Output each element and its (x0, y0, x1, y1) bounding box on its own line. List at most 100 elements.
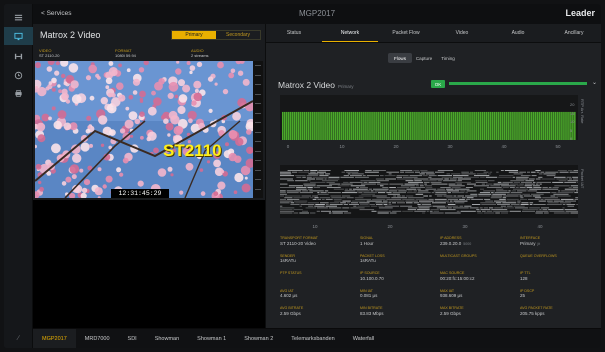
blossom (196, 61, 203, 68)
secondary-button[interactable]: Secondary (216, 31, 260, 39)
back-link[interactable]: < Services (41, 10, 72, 17)
heat-cell (538, 173, 543, 175)
network-icon[interactable] (4, 47, 33, 65)
heat-cell (423, 175, 428, 177)
heat-cell (389, 183, 404, 185)
tab-ancillary[interactable]: Ancillary (546, 24, 601, 42)
main-tabs: Status Network Packet Flow Video Audio A… (266, 24, 601, 43)
heat-cell (491, 192, 494, 194)
bottom-tab[interactable]: Showman 1 (188, 329, 235, 349)
heat-cell (436, 207, 447, 209)
heat-cell (447, 192, 451, 194)
heat-cell (414, 210, 426, 212)
heat-cell (490, 185, 501, 187)
bar (380, 111, 382, 140)
blossom (105, 77, 113, 85)
blossom (178, 79, 185, 87)
heat-cell (510, 204, 520, 205)
ruler-icon[interactable]: ∕ (4, 328, 33, 348)
subtab-capture[interactable]: Capture (412, 53, 436, 63)
heat-cell (522, 210, 535, 212)
blossom (189, 70, 193, 75)
blossom (126, 68, 131, 73)
heat-cell (317, 192, 320, 194)
bottom-tab[interactable]: Telemarksbanden (282, 329, 343, 349)
primary-button[interactable]: Primary (172, 31, 216, 39)
bottom-tab[interactable]: Showman 2 (235, 329, 282, 349)
heat-cell (552, 181, 564, 183)
heat-cell (504, 207, 514, 209)
stat-unit: 5000 (463, 241, 472, 246)
bottom-tab[interactable]: MGP2017 (33, 328, 76, 348)
heat-cell (360, 180, 376, 182)
tab-video[interactable]: Video (434, 24, 490, 42)
heat-cell (403, 176, 418, 178)
bar (564, 111, 566, 140)
heat-cell (558, 180, 567, 182)
heat-cell (374, 190, 388, 192)
blossom (35, 62, 41, 69)
heat-cell (322, 180, 338, 182)
x-tick-label: 40 (501, 144, 507, 149)
blossom (134, 118, 141, 125)
heat-cell (421, 204, 432, 205)
heat-cell (346, 202, 350, 204)
bar (572, 111, 574, 140)
heat-cell (332, 212, 343, 214)
heat-cell (502, 181, 513, 183)
x-tick-label: 10 (312, 224, 318, 229)
bar (464, 111, 466, 140)
heat-cell (315, 204, 325, 205)
subtab-timing[interactable]: Timing (436, 53, 460, 63)
blossom (81, 187, 88, 194)
bottom-tab[interactable]: SDI (119, 329, 146, 349)
monitor-icon[interactable] (4, 27, 33, 45)
heat-cell (376, 197, 391, 199)
bar-series (282, 111, 576, 140)
tab-packet-flow[interactable]: Packet Flow (378, 24, 434, 42)
heat-cell (460, 210, 476, 212)
blossom (71, 94, 82, 104)
blossom (168, 81, 179, 92)
heat-cell (346, 197, 354, 199)
heat-cell (448, 183, 456, 185)
bottom-tab[interactable]: Showman (146, 329, 188, 349)
heat-cell (358, 195, 372, 197)
menu-icon[interactable] (4, 8, 33, 26)
bar (287, 111, 290, 140)
clock-icon[interactable] (4, 66, 33, 84)
heat-cell (501, 185, 516, 187)
chevron-down-icon[interactable]: ⌄ (592, 79, 597, 86)
subtab-flows[interactable]: Flows (388, 53, 412, 63)
bar (311, 111, 313, 140)
bottom-tab[interactable]: Waterfall (344, 329, 384, 349)
blossom (230, 68, 236, 74)
tab-status[interactable]: Status (266, 24, 322, 42)
heat-cell (385, 178, 396, 180)
heat-cell (447, 204, 456, 205)
blossom (139, 90, 146, 98)
tab-network[interactable]: Network (322, 24, 378, 42)
bar (525, 111, 527, 140)
heat-cell (322, 198, 325, 200)
heat-cell (491, 195, 503, 197)
heat-cell (340, 176, 354, 178)
heat-cell (355, 198, 372, 200)
heat-cell (534, 197, 542, 199)
heat-cell (433, 210, 439, 212)
heat-cell (342, 200, 351, 202)
printer-icon[interactable] (4, 84, 33, 102)
blossom (51, 87, 56, 92)
heat-cell (280, 202, 290, 204)
heat-cell (517, 190, 527, 192)
bottom-tab[interactable]: MRD7000 (76, 329, 119, 349)
heat-cell (376, 204, 383, 205)
heat-cell (502, 197, 507, 199)
tab-audio[interactable]: Audio (490, 24, 546, 42)
blossom (124, 119, 134, 129)
heat-cell (316, 185, 332, 187)
heat-cell (446, 173, 451, 175)
heat-cell (351, 173, 364, 175)
heat-cell (502, 202, 517, 204)
heat-cell (562, 204, 566, 205)
